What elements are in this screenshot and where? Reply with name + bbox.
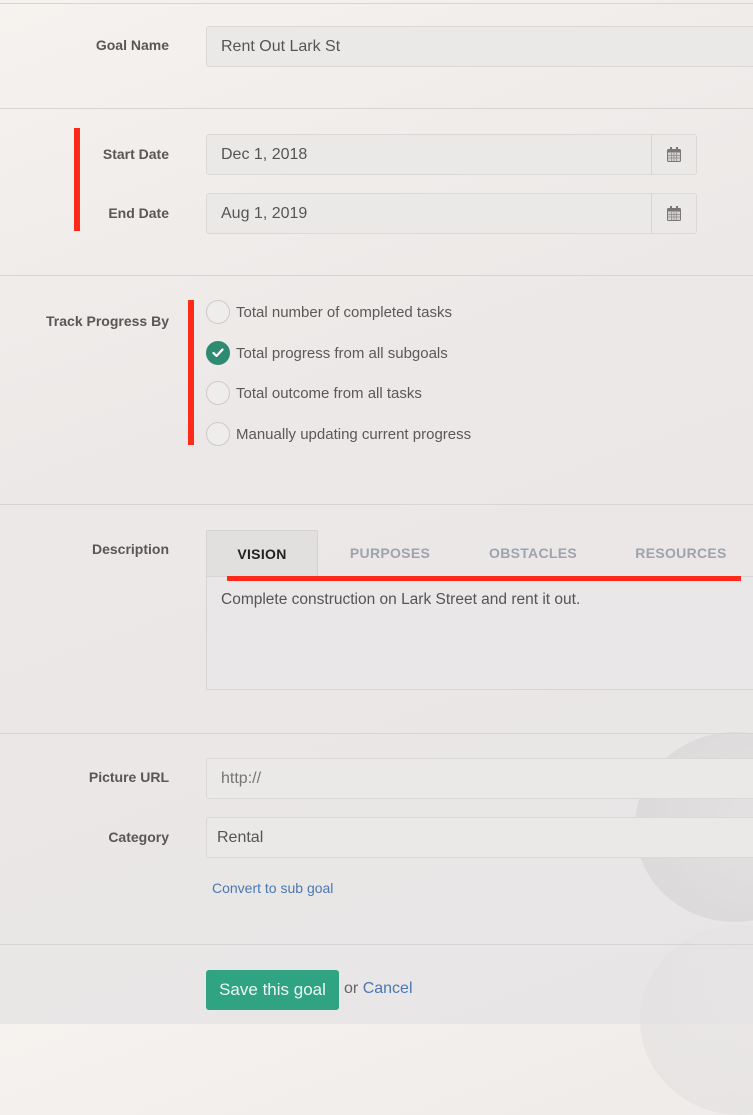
goal-name-label: Goal Name xyxy=(95,37,169,53)
description-text: Complete construction on Lark Street and… xyxy=(221,591,581,608)
divider xyxy=(0,504,753,505)
calendar-icon xyxy=(667,206,681,221)
background-decoration-reflection xyxy=(640,925,753,1115)
tab-resources[interactable]: RESOURCES xyxy=(622,530,740,576)
option-label: Manually updating current progress xyxy=(236,425,472,443)
annotation-underline xyxy=(227,576,741,581)
option-label: Total progress from all subgoals xyxy=(236,344,448,362)
start-date-label: Start Date xyxy=(102,146,169,162)
or-text: or xyxy=(344,980,359,997)
divider xyxy=(0,3,753,4)
start-date-calendar-button[interactable] xyxy=(651,134,697,175)
track-option-manual[interactable]: Manually updating current progress xyxy=(206,422,471,446)
option-label: Total outcome from all tasks xyxy=(236,384,422,402)
cancel-link[interactable]: Cancel xyxy=(363,980,413,997)
goal-name-input[interactable]: Rent Out Lark St xyxy=(206,26,753,67)
annotation-bar xyxy=(188,300,194,445)
start-date-value: Dec 1, 2018 xyxy=(221,145,308,163)
track-option-subgoals[interactable]: Total progress from all subgoals xyxy=(206,341,448,365)
divider xyxy=(0,108,753,109)
category-value: Rental xyxy=(217,828,264,846)
description-textarea[interactable]: Complete construction on Lark Street and… xyxy=(206,576,753,690)
tab-purposes[interactable]: PURPOSES xyxy=(336,530,444,576)
end-date-input[interactable]: Aug 1, 2019 xyxy=(206,193,652,234)
track-option-task-outcome[interactable]: Total outcome from all tasks xyxy=(206,381,422,405)
calendar-icon xyxy=(667,147,681,162)
end-date-value: Aug 1, 2019 xyxy=(221,204,308,222)
track-progress-label: Track Progress By xyxy=(46,313,169,329)
radio-checked[interactable] xyxy=(206,341,230,365)
save-goal-button[interactable]: Save this goal xyxy=(206,970,339,1010)
description-label: Description xyxy=(91,541,169,557)
track-option-completed-tasks[interactable]: Total number of completed tasks xyxy=(206,300,452,324)
radio-unchecked[interactable] xyxy=(206,381,230,405)
divider xyxy=(0,944,753,945)
divider xyxy=(0,275,753,276)
tab-obstacles[interactable]: OBSTACLES xyxy=(474,530,592,576)
category-label: Category xyxy=(108,829,169,845)
picture-url-input[interactable] xyxy=(206,758,753,799)
start-date-input[interactable]: Dec 1, 2018 xyxy=(206,134,652,175)
radio-unchecked[interactable] xyxy=(206,422,230,446)
end-date-calendar-button[interactable] xyxy=(651,193,697,234)
tab-vision[interactable]: VISION xyxy=(206,530,318,576)
convert-to-subgoal-link[interactable]: Convert to sub goal xyxy=(212,880,333,896)
picture-url-label: Picture URL xyxy=(88,769,169,785)
check-icon xyxy=(212,348,224,358)
goal-name-value: Rent Out Lark St xyxy=(221,37,341,55)
divider xyxy=(0,733,753,734)
option-label: Total number of completed tasks xyxy=(236,303,452,321)
end-date-label: End Date xyxy=(108,205,169,221)
category-select[interactable]: Rental xyxy=(206,817,753,858)
radio-unchecked[interactable] xyxy=(206,300,230,324)
